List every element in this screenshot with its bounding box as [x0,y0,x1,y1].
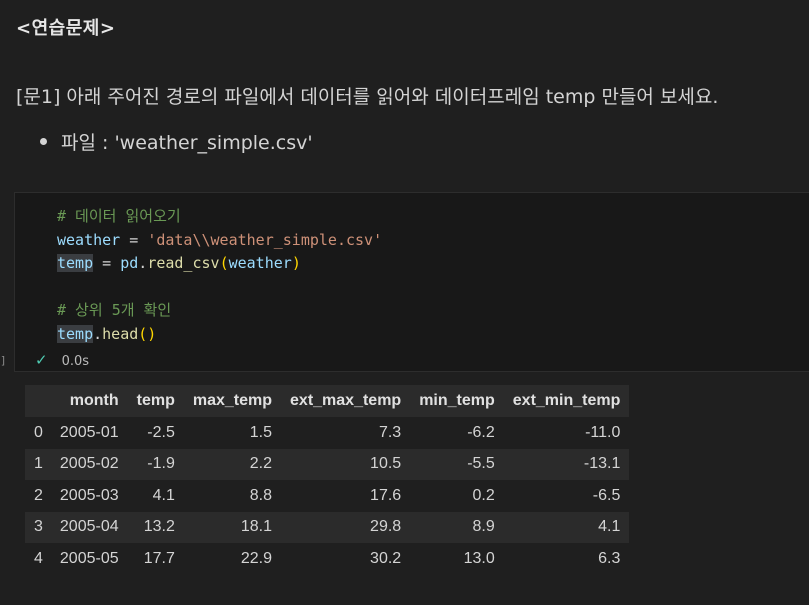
code-paren: ( [219,254,229,272]
table-cell: 2005-02 [59,455,119,473]
table-cell: 17.7 [143,549,175,567]
table-cell: 22.9 [240,549,273,567]
execution-status: ✓ 0.0s [35,351,89,369]
code-token-highlighted: temp [57,324,94,343]
table-row: 2 2005-03 4.1 8.8 17.6 0.2 -6.5 [25,480,630,512]
code-function: read_csv [147,254,220,272]
table-cell: 2005-05 [59,549,119,567]
code-token: weather [57,230,121,249]
table-cell: -13.1 [583,455,621,473]
table-cell: 2005-04 [59,518,119,536]
table-cell: -6.2 [467,423,495,441]
table-row: 3 2005-04 13.2 18.1 29.8 8.9 4.1 [25,511,630,543]
dataframe-output: month temp max_temp ext_max_temp min_tem… [25,385,630,575]
table-cell: 10.5 [370,455,402,473]
row-index: 1 [34,455,43,473]
cell-gutter-bracket: ] [0,354,7,367]
table-cell: -2.5 [147,423,175,441]
table-cell: 13.0 [463,549,495,567]
code-token: . [93,324,103,343]
exercise-heading: <연습문제> [16,18,116,39]
code-token-highlighted: temp [57,254,94,272]
code-token: . [138,254,148,272]
table-cell: 4.1 [152,486,175,504]
column-header-index [25,385,52,417]
table-cell: 8.8 [249,486,273,504]
bullet-icon [40,138,47,145]
table-cell: 7.3 [378,423,402,441]
column-header-ext-max-temp: ext_max_temp [281,385,411,417]
table-cell: 18.1 [240,518,273,536]
check-icon: ✓ [35,351,48,369]
column-header-temp: temp [127,385,184,417]
code-function: head [102,324,139,343]
table-header-row: month temp max_temp ext_max_temp min_tem… [25,385,630,417]
table-cell: 13.2 [143,518,175,536]
table-cell: 0.2 [472,486,495,504]
code-string: 'data\\weather_simple.csv' [147,230,383,249]
table-row: 4 2005-05 17.7 22.9 30.2 13.0 6.3 [25,543,630,575]
table-cell: 6.3 [598,549,621,567]
table-cell: 30.2 [370,549,402,567]
table-cell: 2.2 [249,455,273,473]
column-header-max-temp: max_temp [183,385,282,417]
table-cell: 1.5 [249,423,273,441]
code-editor[interactable]: # 데이터 읽어오기 weather = 'data\\weather_simp… [57,205,382,346]
code-cell[interactable]: # 데이터 읽어오기 weather = 'data\\weather_simp… [14,192,809,372]
table-cell: 29.8 [370,518,402,536]
column-header-ext-min-temp: ext_min_temp [503,385,630,417]
bullet-text: 파일 : 'weather_simple.csv' [61,132,313,154]
table-row: 1 2005-02 -1.9 2.2 10.5 -5.5 -13.1 [25,448,630,480]
table-cell: 17.6 [370,486,402,504]
table-cell: 8.9 [472,518,495,536]
code-token: weather [228,254,292,272]
row-index: 2 [34,486,43,504]
row-index: 0 [34,423,43,441]
row-index: 4 [34,549,43,567]
code-token: pd [120,254,139,272]
code-token: = [93,254,121,272]
table-cell: -5.5 [467,455,495,473]
column-header-month: month [51,385,128,417]
bullet-list-item: 파일 : 'weather_simple.csv' [40,128,313,155]
code-token: = [120,230,148,249]
table-cell: 2005-03 [59,486,119,504]
code-paren: () [138,324,157,343]
table-cell: 4.1 [598,518,621,536]
question-text: [문1] 아래 주어진 경로의 파일에서 데이터를 읽어와 데이터프레임 tem… [16,86,719,108]
table-cell: -1.9 [147,455,175,473]
code-paren: ) [291,254,301,272]
table-cell: 2005-01 [59,423,119,441]
table-cell: -6.5 [592,486,621,504]
execution-time: 0.0s [61,354,90,369]
table-cell: -11.0 [585,423,621,441]
table-row: 0 2005-01 -2.5 1.5 7.3 -6.2 -11.0 [25,417,630,449]
code-comment: # 상위 5개 확인 [57,301,172,319]
row-index: 3 [34,518,43,536]
column-header-min-temp: min_temp [410,385,504,417]
code-comment: # 데이터 읽어오기 [57,207,181,225]
